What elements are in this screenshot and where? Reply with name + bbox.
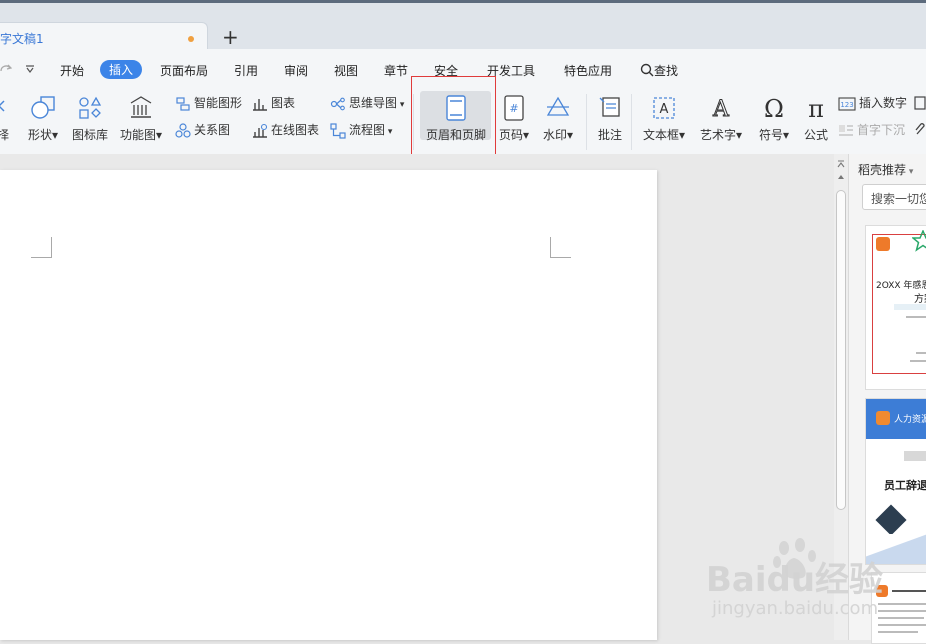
formula-button[interactable]: π 公式	[800, 95, 832, 143]
template-card-decor	[878, 624, 926, 626]
svg-text:A: A	[660, 102, 669, 117]
ribbon-separator	[586, 94, 587, 150]
ribbon-separator	[631, 94, 632, 150]
template-card-decor	[878, 603, 926, 605]
tab-bar: 字文稿1 +	[0, 3, 926, 53]
svg-text:π: π	[808, 95, 824, 121]
redo-icon[interactable]	[0, 63, 12, 75]
function-chart-icon	[130, 96, 152, 118]
template-search-input[interactable]: 搜索一切您	[862, 184, 926, 210]
watermark-button[interactable]: 水印▾	[540, 95, 576, 143]
menu-item-page-layout[interactable]: 页面布局	[160, 62, 208, 79]
docer-badge-icon	[876, 411, 890, 425]
chart-button[interactable]: 图表	[252, 94, 295, 112]
scroll-top-icon[interactable]	[837, 160, 845, 168]
template-card-decor	[910, 360, 926, 362]
word-art-icon: A	[712, 97, 731, 122]
svg-text:123: 123	[840, 101, 853, 109]
document-tab-title: 字文稿1	[0, 32, 44, 46]
menu-item-chapter[interactable]: 章节	[384, 62, 408, 79]
select-button[interactable]: 择	[0, 95, 14, 143]
word-art-button[interactable]: A 艺术字▾	[697, 95, 745, 143]
svg-text:Ω: Ω	[764, 95, 784, 121]
template-card-decor	[916, 352, 926, 354]
scroll-up-icon[interactable]	[837, 174, 845, 180]
template-card-line2: 方案	[914, 294, 926, 305]
menu-item-insert[interactable]: 插入	[100, 60, 143, 79]
menu-item-references[interactable]: 引用	[234, 62, 258, 79]
template-card-decor	[878, 631, 918, 633]
search-label: 查找	[654, 64, 679, 78]
insert-number-button[interactable]: 123 插入数字	[838, 94, 907, 112]
attachment-icon[interactable]	[914, 122, 926, 136]
template-card-title: 员工辞退	[884, 479, 926, 492]
menu-item-start[interactable]: 开始	[60, 62, 84, 79]
template-card[interactable]: 2OXX 年感恩 方案	[865, 225, 926, 390]
omega-icon: Ω	[764, 95, 784, 121]
page-number-button[interactable]: # 页码▾	[496, 95, 532, 143]
comment-icon	[599, 97, 620, 117]
mind-map-button[interactable]: 思维导图 ▾	[330, 94, 404, 112]
template-card-decor	[892, 590, 926, 592]
quick-access-dropdown-icon[interactable]	[25, 65, 35, 73]
margin-corner-right	[550, 237, 571, 258]
baidu-paw-icon	[773, 538, 816, 579]
search-menu-item[interactable]: 查找	[640, 62, 678, 79]
text-box-icon: A	[653, 97, 675, 119]
unsaved-dot-icon	[188, 36, 194, 42]
menu-item-review[interactable]: 审阅	[284, 62, 308, 79]
online-chart-icon	[253, 123, 268, 138]
template-card-diamond	[875, 504, 907, 536]
menu-item-special[interactable]: 特色应用	[564, 62, 612, 79]
relation-chart-button[interactable]: 关系图	[175, 121, 230, 139]
template-card-header-text: 人力资源部	[894, 415, 926, 425]
chart-icon	[253, 98, 267, 111]
smart-graphic-button[interactable]: 智能图形	[175, 94, 242, 112]
pi-icon: π	[808, 95, 824, 121]
template-card-decor	[904, 451, 926, 461]
docer-badge-icon	[876, 237, 890, 251]
text-box-button[interactable]: A 文本框▾	[640, 95, 688, 143]
panel-title[interactable]: 稻壳推荐 ▾	[858, 161, 913, 178]
template-card-decor	[894, 304, 926, 310]
template-card-decor	[906, 316, 926, 318]
template-card[interactable]: 人力资源部 员工辞退	[865, 398, 926, 565]
select-icon	[0, 100, 5, 112]
page-number-icon: #	[504, 95, 524, 121]
scrollbar-thumb[interactable]	[836, 190, 846, 510]
new-tab-button[interactable]: +	[222, 26, 239, 48]
flowchart-button[interactable]: 流程图 ▾	[330, 121, 392, 139]
svg-text:#: #	[509, 102, 518, 115]
flowchart-icon	[330, 122, 346, 139]
print-icon[interactable]	[914, 96, 926, 110]
template-card-decor	[878, 610, 926, 612]
header-footer-highlight-box	[411, 76, 496, 158]
smart-graphic-icon	[176, 96, 190, 111]
search-icon	[640, 63, 654, 77]
drop-cap-button[interactable]: 首字下沉	[838, 121, 905, 139]
drop-cap-icon	[839, 124, 853, 136]
template-card-decor	[878, 617, 924, 619]
symbol-button[interactable]: Ω 符号▾	[756, 95, 792, 143]
baidu-watermark-url: jingyan.baidu.com	[712, 598, 879, 619]
watermark-icon	[546, 96, 570, 116]
shape-icon	[31, 96, 55, 119]
shape-button[interactable]: 形状▾	[25, 95, 61, 143]
icon-library-icon	[79, 96, 102, 119]
relation-chart-icon	[175, 122, 191, 138]
margin-corner-left	[31, 237, 52, 258]
online-chart-button[interactable]: 在线图表	[252, 121, 319, 139]
function-chart-button[interactable]: 功能图▾	[118, 95, 164, 143]
menu-item-view[interactable]: 视图	[334, 62, 358, 79]
insert-number-icon: 123	[838, 96, 856, 111]
comment-button[interactable]: 批注	[593, 95, 627, 143]
star-icon	[912, 230, 926, 252]
mind-map-icon	[330, 97, 345, 110]
svg-text:A: A	[712, 97, 730, 121]
icon-library-button[interactable]: 图标库	[70, 95, 110, 143]
document-page[interactable]	[0, 170, 657, 640]
